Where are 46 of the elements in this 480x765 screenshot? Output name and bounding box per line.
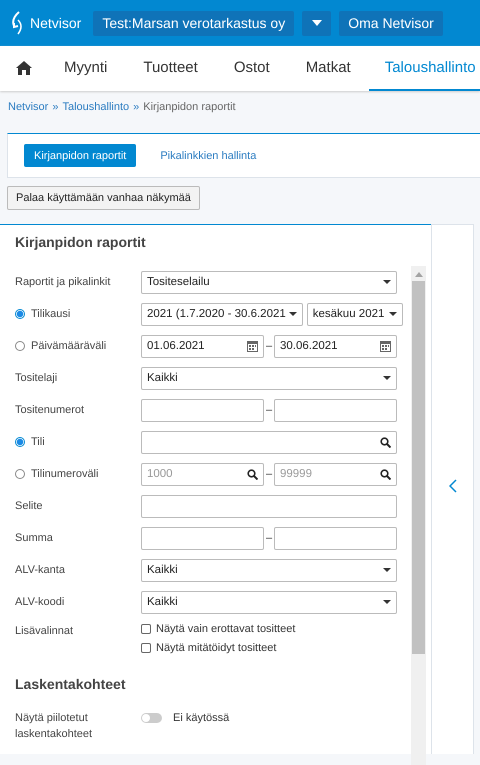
- account-button[interactable]: Oma Netvisor: [339, 10, 443, 36]
- dropdown[interactable]: Tositeselailu: [141, 270, 397, 294]
- panel-title: Kirjanpidon raportit: [14, 233, 147, 252]
- field-label: Summa: [15, 532, 53, 544]
- nav-tab[interactable]: Ostot: [216, 46, 288, 91]
- nav-tab[interactable]: Tuotteet: [125, 46, 216, 91]
- field-label: Lisävalinnat: [15, 625, 74, 637]
- breadcrumb-separator: »: [52, 101, 58, 115]
- breadcrumb-separator: »: [133, 101, 140, 115]
- old-view-button[interactable]: Palaa käyttämään vanhaa näkymää: [7, 186, 200, 210]
- nav-tab[interactable]: Taloushallinto: [368, 46, 480, 91]
- tab[interactable]: Kirjanpidon raportit: [24, 144, 136, 167]
- breadcrumb-link[interactable]: Taloushallinto: [62, 101, 130, 123]
- field-label: Tili: [31, 436, 45, 448]
- field-label: Päivämääräväli: [31, 340, 106, 352]
- company-button[interactable]: Test:Marsan verotarkastus oy: [93, 10, 294, 36]
- field-label: ALV-koodi: [15, 596, 64, 608]
- dropdown[interactable]: Kaikki: [141, 558, 397, 582]
- tab[interactable]: Pikalinkkien hallinta: [150, 144, 266, 167]
- dropdown[interactable]: kesäkuu 2021: [306, 302, 403, 326]
- range-dash: –: [264, 340, 274, 352]
- nav-tab[interactable]: Myynti: [46, 46, 126, 91]
- field-label: Raportit ja pikalinkit: [15, 276, 110, 288]
- range-dash: –: [264, 404, 274, 416]
- field-label: Tilikausi: [31, 308, 70, 320]
- dropdown[interactable]: Kaikki: [141, 590, 397, 614]
- field-label: Tositenumerot: [15, 404, 84, 416]
- dropdown[interactable]: Kaikki: [141, 366, 397, 390]
- toggle-label: Ei käytössä: [173, 712, 230, 724]
- field-label: Tositelaji: [15, 372, 58, 384]
- range-dash: –: [264, 532, 274, 544]
- checkbox-label: Näytä vain erottavat tositteet: [156, 623, 296, 635]
- section-title: Laskentakohteet: [14, 675, 126, 694]
- field-label: ALV-kanta: [15, 564, 65, 576]
- field-label: Näytä piilotetut laskentakohteet: [15, 711, 94, 742]
- breadcrumb-current: Kirjanpidon raportit: [143, 101, 236, 115]
- dropdown[interactable]: 2021 (1.7.2020 - 30.6.2021: [141, 302, 303, 326]
- range-dash: –: [264, 468, 274, 480]
- date-field[interactable]: 30.06.2021: [274, 334, 397, 358]
- logo-text: Netvisor: [30, 15, 82, 31]
- breadcrumb-link[interactable]: Netvisor: [8, 101, 48, 123]
- field-label: Selite: [15, 500, 43, 512]
- field-label: Tilinumeroväli: [31, 468, 98, 480]
- checkbox-label: Näytä mitätöidyt tositteet: [156, 642, 276, 654]
- date-field[interactable]: 01.06.2021: [141, 334, 264, 358]
- nav-tab[interactable]: Matkat: [288, 46, 369, 91]
